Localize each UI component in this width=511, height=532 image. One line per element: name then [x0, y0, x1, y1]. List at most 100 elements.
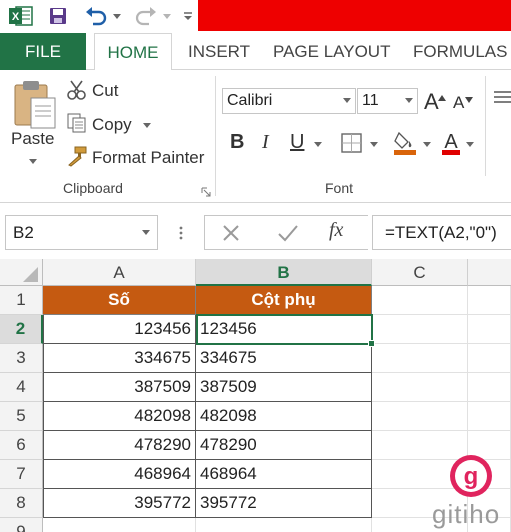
borders-icon[interactable]: [340, 132, 364, 154]
fill-color-icon[interactable]: [393, 129, 417, 157]
borders-dropdown-icon[interactable]: [370, 142, 378, 147]
cell-b[interactable]: 395772: [196, 489, 372, 518]
ribbon: Paste Cut Copy Format Painter Clipboard: [0, 70, 511, 203]
cell-c[interactable]: [372, 286, 468, 315]
formula-bar-grip-icon[interactable]: [178, 224, 184, 242]
column-header-a[interactable]: A: [43, 259, 196, 286]
undo-icon[interactable]: [82, 4, 110, 28]
header-cell-cot-phu[interactable]: Cột phụ: [196, 286, 372, 315]
row-header[interactable]: 7: [0, 460, 43, 489]
row-header[interactable]: 1: [0, 286, 43, 315]
cell-d[interactable]: [468, 373, 511, 402]
name-box[interactable]: B2: [5, 215, 158, 250]
select-all-corner[interactable]: [0, 259, 43, 286]
font-size-combo[interactable]: 11: [357, 88, 418, 114]
svg-text:A: A: [444, 131, 458, 153]
cell-d[interactable]: [468, 315, 511, 344]
grow-font-button[interactable]: A: [424, 89, 439, 115]
cell-a[interactable]: 478290: [43, 431, 196, 460]
chevron-down-icon: [405, 98, 413, 103]
enter-check-icon[interactable]: [277, 223, 299, 243]
customize-qat-icon[interactable]: [180, 4, 196, 28]
shrink-font-button[interactable]: A: [453, 93, 464, 113]
ribbon-separator: [485, 76, 486, 176]
paste-dropdown-icon[interactable]: [29, 159, 37, 164]
fill-color-dropdown-icon[interactable]: [423, 142, 431, 147]
tab-insert[interactable]: INSERT: [188, 33, 250, 70]
font-group-label: Font: [325, 180, 354, 196]
row-header[interactable]: 9: [0, 518, 43, 532]
row-header[interactable]: 8: [0, 489, 43, 518]
font-name-combo[interactable]: Calibri: [222, 88, 356, 114]
redo-icon[interactable]: [132, 4, 160, 28]
gitiho-watermark: gitiho: [432, 499, 501, 529]
cut-icon[interactable]: [66, 79, 88, 101]
copy-button[interactable]: Copy: [92, 115, 132, 135]
row-header[interactable]: 3: [0, 344, 43, 373]
cell-a[interactable]: [43, 518, 196, 532]
clipboard-dialog-launcher-icon[interactable]: [201, 184, 211, 197]
row-header[interactable]: 4: [0, 373, 43, 402]
formula-input[interactable]: =TEXT(A2,"0"): [372, 215, 511, 250]
format-painter-icon[interactable]: [66, 145, 88, 167]
copy-icon[interactable]: [66, 112, 88, 134]
align-top-icon[interactable]: [494, 88, 511, 110]
column-header-b[interactable]: B: [196, 259, 372, 286]
cancel-icon[interactable]: [221, 223, 241, 243]
svg-text:X: X: [12, 11, 20, 23]
chevron-down-icon[interactable]: [142, 230, 150, 235]
row-header[interactable]: 2: [0, 315, 43, 344]
underline-button[interactable]: U: [290, 131, 304, 154]
chevron-down-icon: [343, 98, 351, 103]
copy-dropdown-icon[interactable]: [143, 123, 151, 128]
italic-button[interactable]: I: [262, 131, 269, 154]
tab-file[interactable]: FILE: [0, 33, 86, 70]
cell-a[interactable]: 334675: [43, 344, 196, 373]
tab-formulas[interactable]: FORMULAS: [413, 33, 507, 70]
redo-dropdown-icon[interactable]: [163, 14, 171, 19]
save-icon[interactable]: [45, 4, 71, 28]
cell-b[interactable]: 334675: [196, 344, 372, 373]
cell-c[interactable]: [372, 315, 468, 344]
cell-a[interactable]: 395772: [43, 489, 196, 518]
cell-b[interactable]: 478290: [196, 431, 372, 460]
cell-d[interactable]: [468, 402, 511, 431]
format-painter-button[interactable]: Format Painter: [92, 148, 204, 168]
cell-c[interactable]: [372, 402, 468, 431]
undo-dropdown-icon[interactable]: [113, 14, 121, 19]
column-header-d[interactable]: [468, 259, 511, 286]
fill-handle[interactable]: [368, 340, 375, 347]
tab-home[interactable]: HOME: [94, 33, 172, 71]
font-color-dropdown-icon[interactable]: [466, 142, 474, 147]
cell-a[interactable]: 468964: [43, 460, 196, 489]
cut-button[interactable]: Cut: [92, 81, 118, 101]
gitiho-logo-icon: g: [449, 454, 493, 498]
row-header[interactable]: 5: [0, 402, 43, 431]
bold-button[interactable]: B: [230, 131, 244, 154]
cell-d[interactable]: [468, 344, 511, 373]
cell-a[interactable]: 482098: [43, 402, 196, 431]
paste-button[interactable]: Paste: [11, 129, 54, 149]
cell-b[interactable]: [196, 518, 372, 532]
spreadsheet-grid[interactable]: A B C 1 Số Cột phụ 2 123456 123456 3 334675 3346…: [0, 259, 511, 532]
cell-a[interactable]: 387509: [43, 373, 196, 402]
insert-function-button[interactable]: fx: [329, 219, 343, 242]
clipboard-group-label: Clipboard: [63, 180, 123, 196]
cell-b[interactable]: 468964: [196, 460, 372, 489]
font-color-icon[interactable]: A: [441, 129, 461, 157]
cell-c[interactable]: [372, 373, 468, 402]
row-header[interactable]: 6: [0, 431, 43, 460]
cell-b[interactable]: 482098: [196, 402, 372, 431]
header-cell-so[interactable]: Số: [43, 286, 196, 315]
paste-icon[interactable]: [12, 78, 58, 130]
cell-b[interactable]: 387509: [196, 373, 372, 402]
title-bar-red-area: [198, 0, 511, 31]
cell-a[interactable]: 123456: [43, 315, 196, 344]
cell-d[interactable]: [468, 286, 511, 315]
name-box-value: B2: [13, 223, 34, 242]
cell-b[interactable]: 123456: [196, 315, 372, 344]
tab-page-layout[interactable]: PAGE LAYOUT: [273, 33, 390, 70]
column-header-c[interactable]: C: [372, 259, 468, 286]
underline-dropdown-icon[interactable]: [314, 142, 322, 147]
cell-c[interactable]: [372, 344, 468, 373]
